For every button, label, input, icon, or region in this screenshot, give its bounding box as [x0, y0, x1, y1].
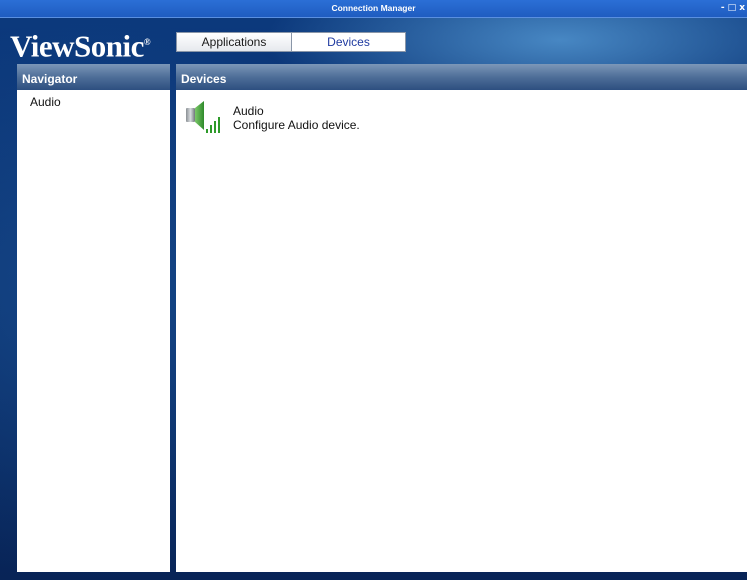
registered-mark: ®: [143, 37, 151, 47]
app-window: Connection Manager - □ x ViewSonic® Appl…: [0, 0, 747, 580]
tab-devices[interactable]: Devices: [291, 32, 406, 52]
devices-panel: Audio Configure Audio device.: [176, 90, 747, 572]
tab-applications[interactable]: Applications: [176, 32, 291, 52]
minimize-button[interactable]: -: [721, 2, 725, 14]
title-bar[interactable]: Connection Manager - □ x: [0, 0, 747, 18]
speaker-icon: [186, 101, 220, 133]
tab-bar: Applications Devices: [176, 32, 406, 53]
navigator-header: Navigator: [17, 64, 170, 90]
device-name: Audio: [233, 104, 264, 118]
window-title: Connection Manager: [331, 3, 416, 13]
window-controls: - □ x: [721, 2, 745, 14]
logo-text: ViewSonic: [10, 28, 144, 64]
devices-header: Devices: [176, 64, 747, 90]
close-button[interactable]: x: [739, 2, 745, 14]
navigator-panel: Audio: [17, 90, 170, 572]
viewsonic-logo: ViewSonic®: [10, 25, 151, 64]
device-item-audio[interactable]: Audio Configure Audio device.: [185, 100, 485, 140]
maximize-button[interactable]: □: [728, 2, 737, 14]
navigator-item-audio[interactable]: Audio: [30, 95, 61, 109]
device-description: Configure Audio device.: [233, 118, 360, 132]
